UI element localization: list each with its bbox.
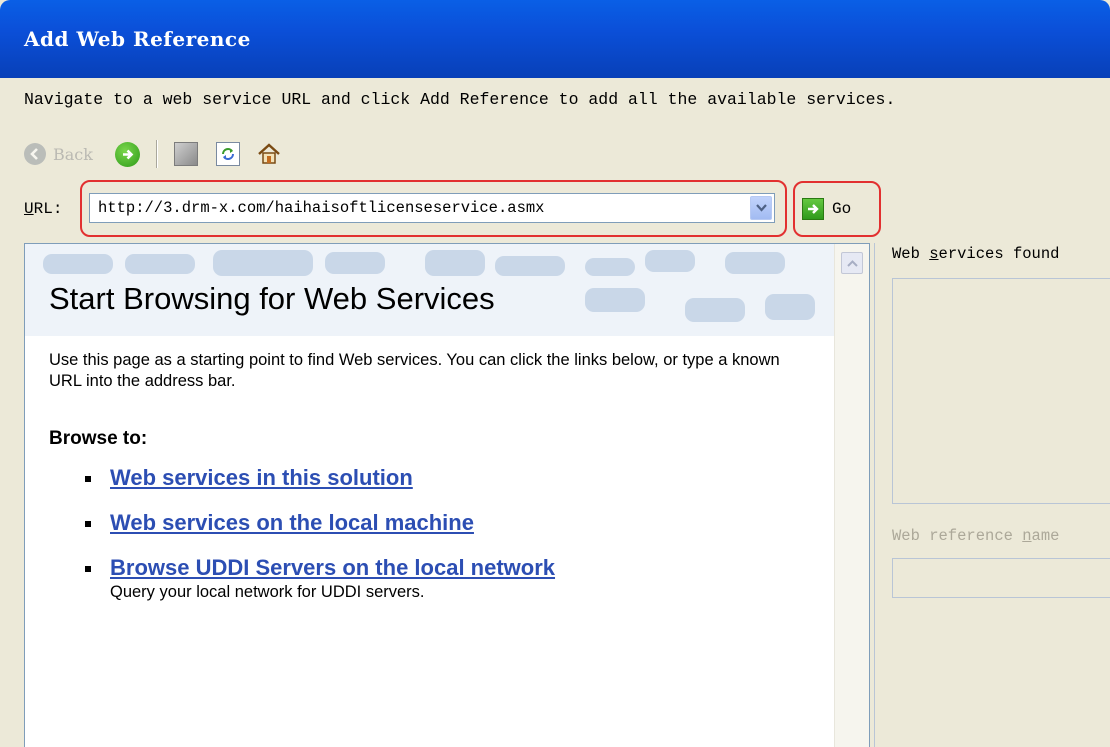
refresh-icon (221, 148, 234, 160)
back-arrow-icon (24, 143, 46, 165)
link-description: Query your local network for UDDI server… (110, 583, 425, 601)
url-dropdown-button[interactable] (750, 196, 772, 220)
go-label: Go (832, 200, 852, 218)
home-button[interactable] (256, 142, 282, 166)
link-web-services-local[interactable]: Web services on the local machine (110, 510, 474, 536)
bullet-icon (85, 566, 91, 572)
url-input[interactable]: http://3.drm-x.com/haihaisoftlicenseserv… (89, 193, 775, 223)
url-label: URL: (24, 200, 63, 218)
title-bar: Add Web Reference (0, 0, 1110, 78)
scroll-up-button[interactable] (841, 252, 863, 274)
back-button[interactable]: Back (24, 143, 93, 165)
link-web-services-solution[interactable]: Web services in this solution (110, 465, 413, 491)
go-button[interactable]: Go (802, 198, 851, 220)
refresh-button[interactable] (215, 142, 240, 166)
browser-pane[interactable]: Start Browsing for Web Services Use this… (24, 243, 870, 747)
url-value: http://3.drm-x.com/haihaisoftlicenseserv… (98, 199, 545, 217)
chevron-down-icon (755, 204, 767, 212)
toolbar-separator (155, 140, 158, 168)
page-heading: Start Browsing for Web Services (49, 281, 495, 316)
bullet-icon (85, 521, 91, 527)
reference-name-label: Web reference name (892, 527, 1060, 545)
home-icon (258, 143, 280, 164)
go-arrow-icon (802, 198, 824, 220)
bullet-icon (85, 476, 91, 482)
link-browse-uddi[interactable]: Browse UDDI Servers on the local network (110, 555, 555, 581)
forward-button[interactable] (114, 141, 140, 167)
vertical-scrollbar[interactable] (834, 244, 869, 747)
back-label: Back (53, 144, 93, 164)
browse-to-heading: Browse to: (49, 428, 148, 449)
stop-button[interactable] (173, 142, 198, 166)
intro-text: Use this page as a starting point to fin… (49, 351, 780, 390)
reference-name-input[interactable] (892, 558, 1110, 598)
forward-arrow-icon (122, 149, 134, 159)
window-title: Add Web Reference (24, 27, 251, 51)
instruction-text: Navigate to a web service URL and click … (24, 90, 896, 109)
services-found-label: Web services found (892, 245, 1060, 263)
nav-toolbar: Back (24, 137, 282, 171)
pane-divider[interactable] (874, 243, 875, 747)
services-found-list[interactable] (892, 278, 1110, 504)
chevron-up-icon (846, 259, 858, 267)
